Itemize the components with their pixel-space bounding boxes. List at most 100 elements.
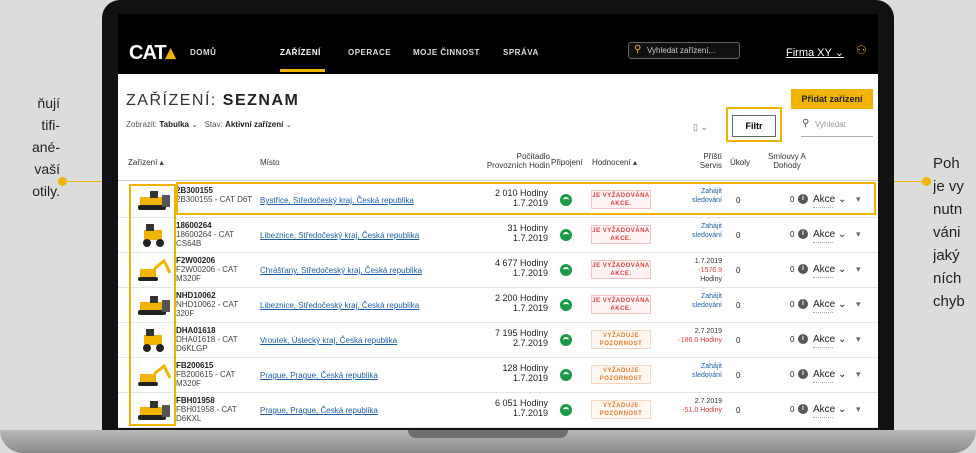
- status-badge[interactable]: VYŽADUJE POZORNOST: [591, 400, 651, 419]
- table-row[interactable]: F2W00206 F2W00206 - CAT M320F Chrášťany,…: [118, 252, 878, 288]
- actions-dropdown[interactable]: Akce ⌄: [813, 299, 846, 310]
- col-header-equipment[interactable]: Zařízení ▴: [128, 158, 164, 167]
- table-row[interactable]: NHD10062 NHD10062 - CAT 320F Libeznice, …: [118, 287, 878, 323]
- location-link[interactable]: Vroutek, Ústecký kraj, Česká republika: [260, 336, 397, 345]
- right-annotation-text: Poh je vy nutn váni jaký ních chyb: [933, 155, 965, 310]
- chevron-down-icon: ⌄: [834, 47, 844, 59]
- add-equipment-button[interactable]: Přidat zařízení: [791, 89, 873, 109]
- col-header-rating[interactable]: Hodnocení ▴: [592, 158, 637, 167]
- info-icon[interactable]: i: [798, 404, 808, 414]
- location-link[interactable]: Libeznice, Středočeský kraj, Česká repub…: [260, 301, 419, 310]
- status-badge[interactable]: JE VYŽADOVÁNA AKCE.: [591, 295, 651, 314]
- info-icon[interactable]: i: [798, 299, 808, 309]
- service-link[interactable]: Zahájit sledování: [678, 222, 722, 240]
- equipment-id[interactable]: F2W00206: [176, 256, 215, 265]
- contracts-count: 0: [790, 335, 795, 344]
- status-badge[interactable]: JE VYŽADOVÁNA AKCE.: [591, 225, 651, 244]
- location-link[interactable]: Prague, Prague, Česká republika: [260, 371, 378, 380]
- company-selector[interactable]: Firma XY ⌄: [786, 46, 844, 59]
- table-row[interactable]: DHA01618 DHA01618 - CAT D6KLGP Vroutek, …: [118, 322, 878, 358]
- nav-item-sprava[interactable]: SPRÁVA: [503, 48, 539, 57]
- chevron-down-icon[interactable]: ▾: [856, 299, 861, 310]
- nav-search-input[interactable]: ⚲ Vyhledat zařízení...: [628, 42, 740, 59]
- tasks-count: 0: [736, 371, 741, 380]
- page-title: ZAŘÍZENÍ: SEZNAM: [126, 92, 300, 109]
- cat-logo[interactable]: CAT▴: [129, 40, 176, 65]
- col-header-connection[interactable]: Připojení: [551, 158, 583, 167]
- highlight-first-row: [176, 182, 876, 215]
- user-icon[interactable]: ⚇: [856, 43, 867, 57]
- table-search-input[interactable]: ⚲ Vyhledat: [801, 115, 873, 137]
- actions-underline: [813, 382, 833, 383]
- service-link[interactable]: Zahájit sledování: [678, 292, 722, 310]
- actions-underline: [813, 417, 833, 418]
- nav-active-indicator: [280, 69, 325, 72]
- equipment-model: DHA01618 - CAT D6KLGP: [176, 335, 238, 353]
- equipment-id[interactable]: FBH01958: [176, 396, 215, 405]
- location-link[interactable]: Prague, Prague, Česká republika: [260, 406, 378, 415]
- tasks-count: 0: [736, 231, 741, 240]
- wifi-connected-icon: [560, 299, 572, 311]
- actions-dropdown[interactable]: Akce ⌄: [813, 264, 846, 275]
- contracts-count: 0: [790, 230, 795, 239]
- export-icon[interactable]: ▯ ⌄: [693, 122, 708, 133]
- highlight-filter: [726, 107, 782, 142]
- info-icon[interactable]: i: [798, 334, 808, 344]
- service-value: 2.7.2019 -186.0 Hodiny: [678, 328, 722, 344]
- location-link[interactable]: Libeznice, Středočeský kraj, Česká repub…: [260, 231, 419, 240]
- col-header-place[interactable]: Místo: [260, 158, 280, 167]
- equipment-model: NHD10062 - CAT 320F: [176, 300, 239, 318]
- status-badge[interactable]: VYŽADUJE POZORNOST: [591, 365, 651, 384]
- col-header-tasks[interactable]: Úkoly: [730, 158, 750, 167]
- app-screen: CAT▴ DOMŮ ZAŘÍZENÍ OPERACE MOJE ČINNOST …: [118, 14, 878, 428]
- info-icon[interactable]: i: [798, 229, 808, 239]
- actions-dropdown[interactable]: Akce ⌄: [813, 404, 846, 415]
- col-header-hours[interactable]: Počítadlo Provozních Hodin: [478, 152, 550, 170]
- filter-bar: Zobrazit: Tabulka ⌄ Stav: Aktivní zaříze…: [126, 120, 293, 129]
- view-select[interactable]: Tabulka: [159, 120, 189, 129]
- equipment-id[interactable]: DHA01618: [176, 326, 216, 335]
- status-badge[interactable]: VYŽADUJE POZORNOST: [591, 330, 651, 349]
- service-value: 2.7.2019 -51.0 Hodiny: [682, 398, 722, 414]
- tasks-count: 0: [736, 301, 741, 310]
- actions-dropdown[interactable]: Akce ⌄: [813, 334, 846, 345]
- chevron-down-icon[interactable]: ▾: [856, 369, 861, 380]
- equipment-model: 18600264 - CAT CS64B: [176, 230, 235, 248]
- actions-underline: [813, 242, 833, 243]
- actions-dropdown[interactable]: Akce ⌄: [813, 369, 846, 380]
- equipment-model: FB200615 - CAT M320F: [176, 370, 236, 388]
- search-icon: ⚲: [634, 44, 642, 55]
- chevron-down-icon[interactable]: ▾: [856, 264, 861, 275]
- nav-item-operace[interactable]: OPERACE: [348, 48, 391, 57]
- equipment-model: F2W00206 - CAT M320F: [176, 265, 238, 283]
- col-header-contracts[interactable]: Smlouvy A Dohody: [762, 152, 812, 170]
- tasks-count: 0: [736, 406, 741, 415]
- tasks-count: 0: [736, 336, 741, 345]
- contracts-count: 0: [790, 300, 795, 309]
- info-icon[interactable]: i: [798, 369, 808, 379]
- chevron-down-icon[interactable]: ▾: [856, 404, 861, 415]
- service-link[interactable]: Zahájit sledování: [678, 362, 722, 380]
- nav-item-moje-cinnost[interactable]: MOJE ČINNOST: [413, 48, 480, 57]
- nav-item-zarizeni[interactable]: ZAŘÍZENÍ: [280, 48, 321, 57]
- left-annotation-text: ňují tifi- ané- vaší otily.: [31, 95, 60, 199]
- search-icon: ⚲: [802, 118, 810, 129]
- status-badge[interactable]: JE VYŽADOVÁNA AKCE.: [591, 260, 651, 279]
- laptop-notch: [408, 430, 568, 438]
- info-icon[interactable]: i: [798, 264, 808, 274]
- table-row[interactable]: FBH01958 FBH01958 - CAT D6KXL Prague, Pr…: [118, 392, 878, 428]
- table-row[interactable]: FB200615 FB200615 - CAT M320F Prague, Pr…: [118, 357, 878, 393]
- equipment-id[interactable]: NHD10062: [176, 291, 216, 300]
- equipment-id[interactable]: 18600264: [176, 221, 212, 230]
- col-header-service[interactable]: Příští Servis: [688, 152, 722, 170]
- state-select[interactable]: Aktivní zařízení: [225, 120, 283, 129]
- location-link[interactable]: Chrášťany, Středočeský kraj, Česká repub…: [260, 266, 422, 275]
- chevron-down-icon[interactable]: ▾: [856, 229, 861, 240]
- table-row[interactable]: 18600264 18600264 - CAT CS64B Libeznice,…: [118, 217, 878, 253]
- nav-item-domu[interactable]: DOMŮ: [190, 48, 216, 57]
- chevron-down-icon[interactable]: ▾: [856, 334, 861, 345]
- actions-dropdown[interactable]: Akce ⌄: [813, 229, 846, 240]
- sort-arrow-icon: ▴: [159, 158, 164, 167]
- equipment-id[interactable]: FB200615: [176, 361, 213, 370]
- actions-underline: [813, 312, 833, 313]
